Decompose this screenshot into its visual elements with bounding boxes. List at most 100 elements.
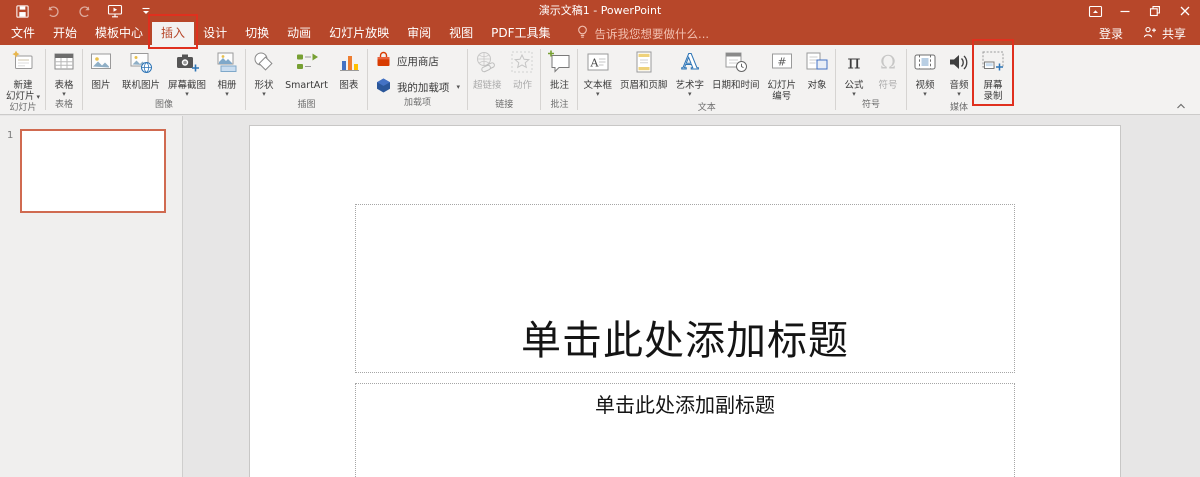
comment-icon: [546, 49, 572, 79]
ribbon-button-header-footer[interactable]: 页眉和页脚: [616, 47, 672, 91]
group-divider: [466, 49, 468, 110]
redo-icon[interactable]: [76, 3, 92, 19]
ribbon-button-pictures[interactable]: 图片: [84, 47, 118, 91]
ribbon-button-online-pictures[interactable]: 联机图片: [118, 47, 164, 91]
date-time-icon: [723, 49, 749, 79]
ribbon-button-label: 对象: [807, 80, 827, 91]
group-divider: [45, 49, 47, 110]
ribbon-button-chart[interactable]: 图表: [332, 47, 366, 91]
share-person-icon: [1143, 26, 1157, 42]
ribbon-button-equation[interactable]: π 公式 ▾: [837, 47, 871, 98]
tab-file[interactable]: 文件: [2, 22, 44, 45]
tab-insert[interactable]: 插入: [152, 22, 195, 45]
restore-icon[interactable]: [1140, 0, 1170, 22]
ribbon-group-buttons: 应用商店我的加载项 ▾: [369, 47, 466, 97]
pictures-icon: [88, 49, 114, 79]
text-box-icon: A: [585, 49, 611, 79]
ribbon-button-smartart[interactable]: SmartArt: [281, 47, 332, 91]
ribbon-button-new-slide[interactable]: 新建 幻灯片 ▾: [2, 47, 44, 102]
tab-view[interactable]: 视图: [440, 22, 482, 45]
ribbon-button-slide-number[interactable]: # 幻灯片 编号: [764, 47, 801, 102]
dropdown-caret-icon: ▾: [225, 90, 229, 98]
sign-in-button[interactable]: 登录: [1099, 25, 1123, 42]
ribbon-button-label: 我的加载项: [396, 81, 450, 94]
collapse-ribbon-icon[interactable]: [1174, 100, 1188, 112]
ribbon-button-hyperlink: 超链接: [469, 47, 506, 91]
group-divider: [366, 49, 368, 110]
customize-qat-icon[interactable]: [138, 3, 154, 19]
slide-thumbnails-panel: 1: [0, 116, 183, 477]
ribbon-group-media: 视频 ▾ 音频 ▾ 屏幕 录制 媒体: [908, 45, 1010, 114]
dropdown-caret-icon: ▾: [923, 90, 927, 98]
ribbon-button-date-time[interactable]: 日期和时间: [708, 47, 764, 91]
ribbon-button-label: 图表: [339, 80, 359, 91]
ribbon-group-buttons: 批注: [542, 47, 576, 99]
ribbon-group-slides: 新建 幻灯片 ▾ 幻灯片: [2, 45, 44, 114]
ribbon-button-label: 页眉和页脚: [619, 80, 668, 91]
ribbon-button-label: SmartArt: [285, 80, 328, 91]
ribbon-button-comment[interactable]: 批注: [542, 47, 576, 91]
ribbon-button-audio[interactable]: 音频 ▾: [942, 47, 976, 98]
ribbon-button-video[interactable]: 视频 ▾: [908, 47, 942, 98]
ribbon-button-label: 动作: [512, 80, 532, 91]
new-slide-icon: [10, 49, 36, 79]
ribbon-button-photo-album[interactable]: 相册 ▾: [210, 47, 244, 98]
slide-thumbnail[interactable]: [20, 129, 166, 213]
start-slideshow-icon[interactable]: [107, 3, 123, 19]
titlebar: 演示文稿1 - PowerPoint: [0, 0, 1200, 22]
group-divider: [906, 49, 908, 110]
tab-pdf-tools[interactable]: PDF工具集: [482, 22, 559, 45]
ribbon-button-label: 幻灯片 编号: [767, 80, 797, 102]
ribbon-group-buttons: 新建 幻灯片 ▾: [2, 47, 44, 102]
svg-text:A: A: [681, 49, 699, 74]
ribbon-group-add-ins: 应用商店 我的加载项 ▾ 加载项: [369, 45, 466, 114]
minimize-icon[interactable]: [1110, 0, 1140, 22]
ribbon-group-label: 插图: [297, 100, 316, 110]
table-icon: [51, 49, 77, 79]
ribbon-group-label: 链接: [495, 100, 514, 110]
ribbon-button-label: 批注: [549, 80, 569, 91]
save-icon[interactable]: [14, 3, 30, 19]
ribbon-group-symbols: π 公式 ▾ Ω 符号 符号: [837, 45, 905, 114]
share-label: 共享: [1161, 27, 1186, 41]
tab-review[interactable]: 审阅: [398, 22, 440, 45]
symbol-icon: Ω: [875, 49, 901, 79]
tab-design[interactable]: 设计: [194, 22, 236, 45]
header-footer-icon: [631, 49, 657, 79]
ribbon-group-buttons: 表格 ▾: [47, 47, 81, 99]
undo-icon[interactable]: [45, 3, 61, 19]
workspace: 1 单击此处添加标题 单击此处添加副标题: [0, 116, 1200, 477]
subtitle-placeholder-text: 单击此处添加副标题: [595, 393, 775, 417]
title-placeholder[interactable]: 单击此处添加标题: [355, 204, 1015, 373]
ribbon-group-buttons: 图片 联机图片 屏幕截图 ▾ 相册 ▾: [84, 47, 244, 99]
tab-slide-show[interactable]: 幻灯片放映: [320, 22, 398, 45]
online-pictures-icon: [128, 49, 154, 79]
subtitle-placeholder[interactable]: 单击此处添加副标题: [355, 383, 1015, 477]
group-divider: [82, 49, 84, 110]
share-button[interactable]: 共享: [1143, 25, 1186, 42]
ribbon-button-table[interactable]: 表格 ▾: [47, 47, 81, 98]
ribbon-button-object[interactable]: 对象: [800, 47, 834, 91]
group-divider: [577, 49, 579, 110]
account-area: 登录 共享: [1099, 22, 1200, 45]
ribbon-button-screen-recording[interactable]: 屏幕 录制: [976, 47, 1010, 102]
tab-animations[interactable]: 动画: [278, 22, 320, 45]
tab-home[interactable]: 开始: [44, 22, 86, 45]
svg-text:Ω: Ω: [880, 52, 896, 74]
window-controls: [1080, 0, 1200, 22]
close-icon[interactable]: [1170, 0, 1200, 22]
ribbon-button-shapes[interactable]: 形状 ▾: [247, 47, 281, 98]
ribbon-display-options-icon[interactable]: [1080, 0, 1110, 22]
ribbon-button-store[interactable]: 应用商店: [375, 51, 460, 71]
ribbon-group-tables: 表格 ▾ 表格: [47, 45, 81, 114]
tab-transitions[interactable]: 切换: [236, 22, 278, 45]
ribbon-button-text-box[interactable]: A 文本框 ▾: [579, 47, 616, 98]
equation-icon: π: [841, 49, 867, 79]
ribbon-button-screenshot[interactable]: 屏幕截图 ▾: [164, 47, 210, 98]
ribbon-button-my-add-ins[interactable]: 我的加载项 ▾: [375, 77, 460, 97]
ribbon-button-wordart[interactable]: A 艺术字 ▾: [672, 47, 709, 98]
tab-template-center[interactable]: 模板中心: [86, 22, 152, 45]
tell-me-box[interactable]: 告诉我您想要做什么...: [576, 22, 709, 45]
ribbon-button-label: 新建 幻灯片 ▾: [6, 80, 41, 102]
dropdown-caret-icon: ▾: [595, 90, 600, 98]
